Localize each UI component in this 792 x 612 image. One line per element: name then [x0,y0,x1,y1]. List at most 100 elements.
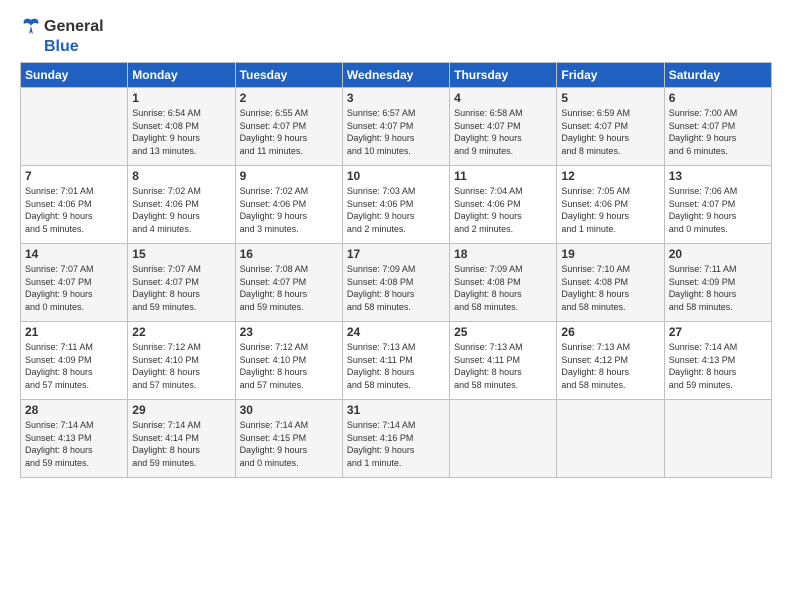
calendar-week-row: 1 Sunrise: 6:54 AM Sunset: 4:08 PM Daylig… [21,88,772,166]
day-number: 12 [561,169,659,183]
calendar-day-cell: 23 Sunrise: 7:12 AM Sunset: 4:10 PM Dayli… [235,322,342,400]
calendar-day-cell: 8 Sunrise: 7:02 AM Sunset: 4:06 PM Daylig… [128,166,235,244]
header: General Blue [20,16,772,56]
day-number: 31 [347,403,445,417]
calendar-week-row: 14 Sunrise: 7:07 AM Sunset: 4:07 PM Dayli… [21,244,772,322]
day-info: Sunrise: 7:14 AM Sunset: 4:13 PM Dayligh… [25,419,123,469]
day-info: Sunrise: 7:07 AM Sunset: 4:07 PM Dayligh… [132,263,230,313]
calendar-week-row: 21Sunrise: 7:11 AM Sunset: 4:09 PM Dayli… [21,322,772,400]
logo-bird-icon [20,16,42,38]
day-number: 9 [240,169,338,183]
calendar-day-cell: 29Sunrise: 7:14 AM Sunset: 4:14 PM Dayli… [128,400,235,478]
day-info: Sunrise: 7:02 AM Sunset: 4:06 PM Dayligh… [240,185,338,235]
calendar-day-cell [557,400,664,478]
day-info: Sunrise: 7:12 AM Sunset: 4:10 PM Dayligh… [132,341,230,391]
day-info: Sunrise: 7:14 AM Sunset: 4:14 PM Dayligh… [132,419,230,469]
day-info: Sunrise: 7:05 AM Sunset: 4:06 PM Dayligh… [561,185,659,235]
logo: General Blue [20,16,104,56]
calendar-table: SundayMondayTuesdayWednesdayThursdayFrid… [20,62,772,478]
calendar-day-cell: 20 Sunrise: 7:11 AM Sunset: 4:09 PM Dayli… [664,244,771,322]
day-info: Sunrise: 7:12 AM Sunset: 4:10 PM Dayligh… [240,341,338,391]
day-number: 24 [347,325,445,339]
day-number: 30 [240,403,338,417]
day-info: Sunrise: 7:09 AM Sunset: 4:08 PM Dayligh… [454,263,552,313]
day-info: Sunrise: 7:14 AM Sunset: 4:16 PM Dayligh… [347,419,445,469]
calendar-day-cell: 22 Sunrise: 7:12 AM Sunset: 4:10 PM Dayli… [128,322,235,400]
day-number: 5 [561,91,659,105]
calendar-day-cell: 5 Sunrise: 6:59 AM Sunset: 4:07 PM Daylig… [557,88,664,166]
day-number: 28 [25,403,123,417]
calendar-day-cell: 9 Sunrise: 7:02 AM Sunset: 4:06 PM Daylig… [235,166,342,244]
day-info: Sunrise: 7:14 AM Sunset: 4:13 PM Dayligh… [669,341,767,391]
day-info: Sunrise: 7:02 AM Sunset: 4:06 PM Dayligh… [132,185,230,235]
day-info: Sunrise: 7:11 AM Sunset: 4:09 PM Dayligh… [669,263,767,313]
page: General Blue SundayMondayTuesdayWednesda… [0,0,792,612]
day-number: 25 [454,325,552,339]
day-info: Sunrise: 7:13 AM Sunset: 4:12 PM Dayligh… [561,341,659,391]
calendar-day-cell: 6Sunrise: 7:00 AM Sunset: 4:07 PM Daylig… [664,88,771,166]
calendar-day-cell: 26 Sunrise: 7:13 AM Sunset: 4:12 PM Dayli… [557,322,664,400]
day-number: 3 [347,91,445,105]
day-info: Sunrise: 6:59 AM Sunset: 4:07 PM Dayligh… [561,107,659,157]
day-info: Sunrise: 7:09 AM Sunset: 4:08 PM Dayligh… [347,263,445,313]
logo-blue: Blue [44,38,79,56]
day-number: 8 [132,169,230,183]
day-number: 16 [240,247,338,261]
calendar-day-cell: 11Sunrise: 7:04 AM Sunset: 4:06 PM Dayli… [450,166,557,244]
day-info: Sunrise: 7:01 AM Sunset: 4:06 PM Dayligh… [25,185,123,235]
calendar-day-cell: 31 Sunrise: 7:14 AM Sunset: 4:16 PM Dayli… [342,400,449,478]
calendar-header-cell: Tuesday [235,63,342,88]
calendar-day-cell: 27 Sunrise: 7:14 AM Sunset: 4:13 PM Dayli… [664,322,771,400]
day-info: Sunrise: 7:03 AM Sunset: 4:06 PM Dayligh… [347,185,445,235]
calendar-header-cell: Sunday [21,63,128,88]
calendar-day-cell: 16 Sunrise: 7:08 AM Sunset: 4:07 PM Dayli… [235,244,342,322]
day-number: 7 [25,169,123,183]
calendar-header-cell: Monday [128,63,235,88]
day-number: 19 [561,247,659,261]
calendar-day-cell: 28 Sunrise: 7:14 AM Sunset: 4:13 PM Dayli… [21,400,128,478]
day-number: 18 [454,247,552,261]
day-info: Sunrise: 7:13 AM Sunset: 4:11 PM Dayligh… [454,341,552,391]
day-info: Sunrise: 6:54 AM Sunset: 4:08 PM Dayligh… [132,107,230,157]
calendar-day-cell: 4Sunrise: 6:58 AM Sunset: 4:07 PM Daylig… [450,88,557,166]
day-number: 27 [669,325,767,339]
day-number: 11 [454,169,552,183]
calendar-day-cell: 30 Sunrise: 7:14 AM Sunset: 4:15 PM Dayli… [235,400,342,478]
day-info: Sunrise: 7:08 AM Sunset: 4:07 PM Dayligh… [240,263,338,313]
calendar-day-cell [450,400,557,478]
calendar-day-cell: 10Sunrise: 7:03 AM Sunset: 4:06 PM Dayli… [342,166,449,244]
calendar-day-cell: 19 Sunrise: 7:10 AM Sunset: 4:08 PM Dayli… [557,244,664,322]
day-info: Sunrise: 6:58 AM Sunset: 4:07 PM Dayligh… [454,107,552,157]
calendar-day-cell: 1 Sunrise: 6:54 AM Sunset: 4:08 PM Daylig… [128,88,235,166]
calendar-week-row: 7 Sunrise: 7:01 AM Sunset: 4:06 PM Daylig… [21,166,772,244]
calendar-day-cell: 3 Sunrise: 6:57 AM Sunset: 4:07 PM Daylig… [342,88,449,166]
day-info: Sunrise: 7:00 AM Sunset: 4:07 PM Dayligh… [669,107,767,157]
day-number: 23 [240,325,338,339]
calendar-day-cell: 18 Sunrise: 7:09 AM Sunset: 4:08 PM Dayli… [450,244,557,322]
day-number: 14 [25,247,123,261]
day-info: Sunrise: 7:10 AM Sunset: 4:08 PM Dayligh… [561,263,659,313]
calendar-day-cell [664,400,771,478]
calendar-header-cell: Thursday [450,63,557,88]
day-number: 22 [132,325,230,339]
day-info: Sunrise: 6:55 AM Sunset: 4:07 PM Dayligh… [240,107,338,157]
day-info: Sunrise: 7:13 AM Sunset: 4:11 PM Dayligh… [347,341,445,391]
day-number: 15 [132,247,230,261]
calendar-day-cell: 15 Sunrise: 7:07 AM Sunset: 4:07 PM Dayli… [128,244,235,322]
day-info: Sunrise: 6:57 AM Sunset: 4:07 PM Dayligh… [347,107,445,157]
calendar-day-cell: 14Sunrise: 7:07 AM Sunset: 4:07 PM Dayli… [21,244,128,322]
calendar-day-cell: 17 Sunrise: 7:09 AM Sunset: 4:08 PM Dayli… [342,244,449,322]
calendar-header-cell: Friday [557,63,664,88]
day-number: 20 [669,247,767,261]
calendar-day-cell: 13Sunrise: 7:06 AM Sunset: 4:07 PM Dayli… [664,166,771,244]
calendar-body: 1 Sunrise: 6:54 AM Sunset: 4:08 PM Daylig… [21,88,772,478]
calendar-day-cell: 24 Sunrise: 7:13 AM Sunset: 4:11 PM Dayli… [342,322,449,400]
day-number: 26 [561,325,659,339]
day-number: 17 [347,247,445,261]
calendar-day-cell: 2Sunrise: 6:55 AM Sunset: 4:07 PM Daylig… [235,88,342,166]
day-info: Sunrise: 7:14 AM Sunset: 4:15 PM Dayligh… [240,419,338,469]
day-info: Sunrise: 7:11 AM Sunset: 4:09 PM Dayligh… [25,341,123,391]
day-number: 1 [132,91,230,105]
calendar-day-cell: 25 Sunrise: 7:13 AM Sunset: 4:11 PM Dayli… [450,322,557,400]
logo-general: General [44,18,104,36]
